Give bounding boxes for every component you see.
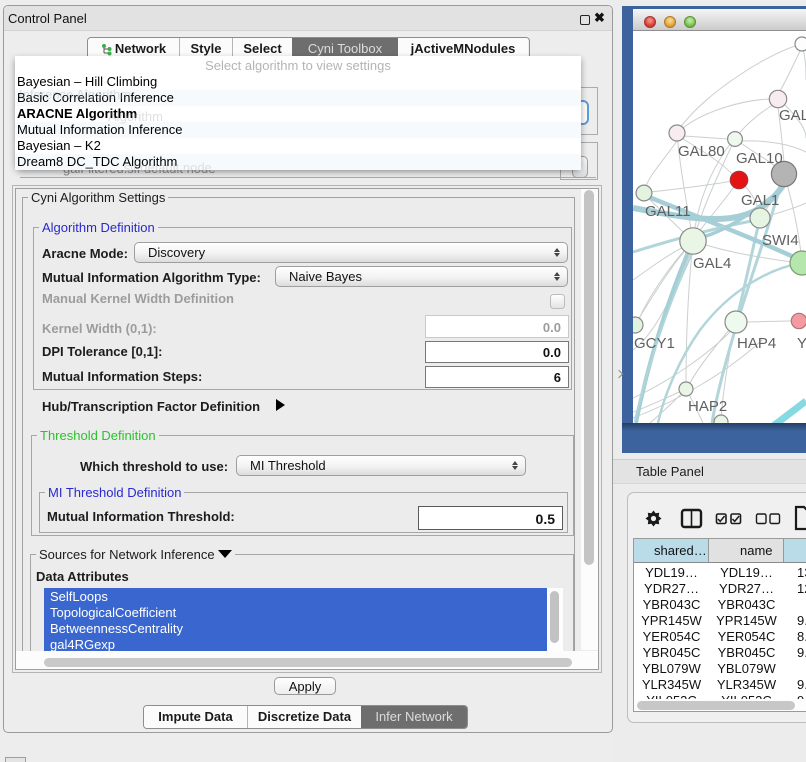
svg-text:SWI4: SWI4 — [762, 232, 799, 249]
svg-text:YJ: YJ — [797, 335, 806, 352]
svg-text:GAL1: GAL1 — [741, 192, 779, 209]
svg-text:GCY1: GCY1 — [634, 335, 675, 352]
svg-text:GAL80: GAL80 — [678, 143, 725, 160]
svg-text:GAL11: GAL11 — [645, 203, 691, 220]
svg-text:GAL7: GAL7 — [779, 107, 806, 124]
svg-text:HAP4: HAP4 — [737, 335, 776, 352]
svg-text:GAL10: GAL10 — [736, 150, 783, 167]
svg-text:HAP2: HAP2 — [688, 398, 727, 415]
svg-text:GAL4: GAL4 — [693, 255, 731, 272]
